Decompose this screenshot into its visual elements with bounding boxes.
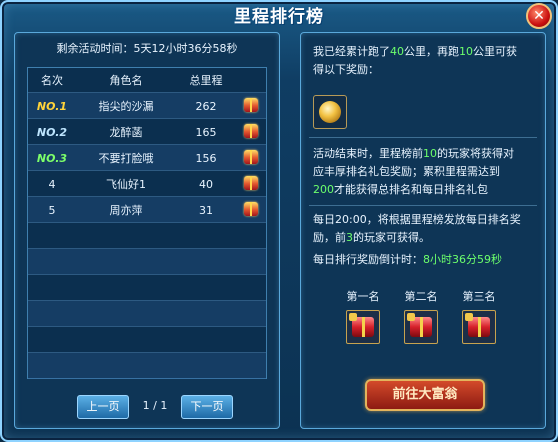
empty-row [28, 300, 266, 327]
player-name: 不要打脸哦 [98, 152, 154, 165]
pagination: 上一页 1 / 1 下一页 [15, 393, 279, 419]
gift-icon[interactable] [244, 201, 258, 216]
empty-row [28, 274, 266, 301]
distance-remaining: 10 [459, 45, 473, 58]
rank-badge: NO.1 [36, 99, 68, 113]
rank-reward-third: 第三名 [457, 288, 501, 344]
col-rank-header: 名次 [41, 74, 63, 87]
lock-icon [407, 313, 415, 321]
daily-countdown: 每日排行奖励倒计时：8小时36分59秒 [313, 253, 502, 266]
go-to-monopoly-button[interactable]: 前往大富翁 [365, 379, 485, 411]
lock-icon [465, 313, 473, 321]
divider [309, 137, 537, 138]
rank-reward-first: 第一名 [341, 288, 385, 344]
table-header: 名次 角色名 总里程 [28, 68, 266, 92]
next-page-button[interactable]: 下一页 [181, 395, 233, 419]
rank-badge: NO.3 [36, 151, 68, 165]
prev-page-button[interactable]: 上一页 [77, 395, 129, 419]
table-row[interactable]: 5 周亦萍 31 [28, 196, 266, 223]
empty-row [28, 248, 266, 275]
leaderboard-panel: 剩余活动时间：5天12小时36分58秒 名次 角色名 总里程 NO.1 指尖的沙… [14, 32, 280, 429]
table-row[interactable]: NO.3 不要打脸哦 156 [28, 144, 266, 171]
distance-run: 40 [390, 45, 404, 58]
reward-item-slot[interactable] [313, 95, 347, 129]
table-row[interactable]: NO.1 指尖的沙漏 262 [28, 92, 266, 119]
player-name: 龙醉菡 [109, 126, 143, 139]
table-row[interactable]: 4 飞仙好1 40 [28, 170, 266, 197]
gift-icon[interactable] [244, 97, 258, 112]
empty-row [28, 326, 266, 353]
gift-box-icon[interactable] [462, 310, 496, 344]
col-name-header: 角色名 [109, 74, 143, 87]
player-distance: 40 [199, 177, 213, 191]
rank-reward-second: 第二名 [399, 288, 443, 344]
player-distance: 31 [199, 203, 213, 217]
reward-info-panel: 我已经累计跑了40公里，再跑10公里可获 得以下奖励： 活动结束时，里程榜前10… [300, 32, 546, 429]
gift-icon[interactable] [244, 175, 258, 190]
gift-box-icon[interactable] [346, 310, 380, 344]
countdown-value: 8小时36分59秒 [423, 253, 502, 266]
leaderboard-table: 名次 角色名 总里程 NO.1 指尖的沙漏 262 NO.2 龙醉菡 165 N… [27, 67, 267, 379]
lock-icon [349, 313, 357, 321]
player-distance: 262 [195, 99, 217, 113]
col-distance-header: 总里程 [189, 74, 223, 87]
empty-row [28, 222, 266, 249]
title-bar: 里程排行榜 ✕ [0, 0, 558, 30]
empty-row [28, 352, 266, 379]
rank-badge: NO.2 [36, 125, 68, 139]
daily-reward-text: 每日20:00，将根据里程榜发放每日排名奖 励，前3的玩家可获得。 [313, 213, 521, 244]
player-name: 周亦萍 [109, 204, 143, 217]
player-distance: 165 [195, 125, 217, 139]
end-reward-text: 活动结束时，里程榜前10的玩家将获得对 应丰厚排名礼包奖励；累积里程需达到 20… [313, 147, 514, 196]
gift-icon[interactable] [244, 123, 258, 138]
table-row[interactable]: NO.2 龙醉菡 165 [28, 118, 266, 145]
window-title: 里程排行榜 [234, 7, 324, 27]
remaining-time: 剩余活动时间：5天12小时36分58秒 [56, 42, 238, 55]
rank-number: 4 [48, 177, 56, 191]
player-name: 指尖的沙漏 [98, 100, 154, 113]
player-distance: 156 [195, 151, 217, 165]
player-name: 飞仙好1 [106, 178, 146, 191]
rank-number: 5 [48, 203, 56, 217]
progress-text: 我已经累计跑了40公里，再跑10公里可获 得以下奖励： [313, 45, 517, 76]
gift-icon[interactable] [244, 149, 258, 164]
coin-icon [319, 101, 341, 123]
close-button[interactable]: ✕ [526, 3, 552, 29]
page-indicator: 1 / 1 [142, 399, 168, 412]
gift-box-icon[interactable] [404, 310, 438, 344]
divider [309, 205, 537, 206]
